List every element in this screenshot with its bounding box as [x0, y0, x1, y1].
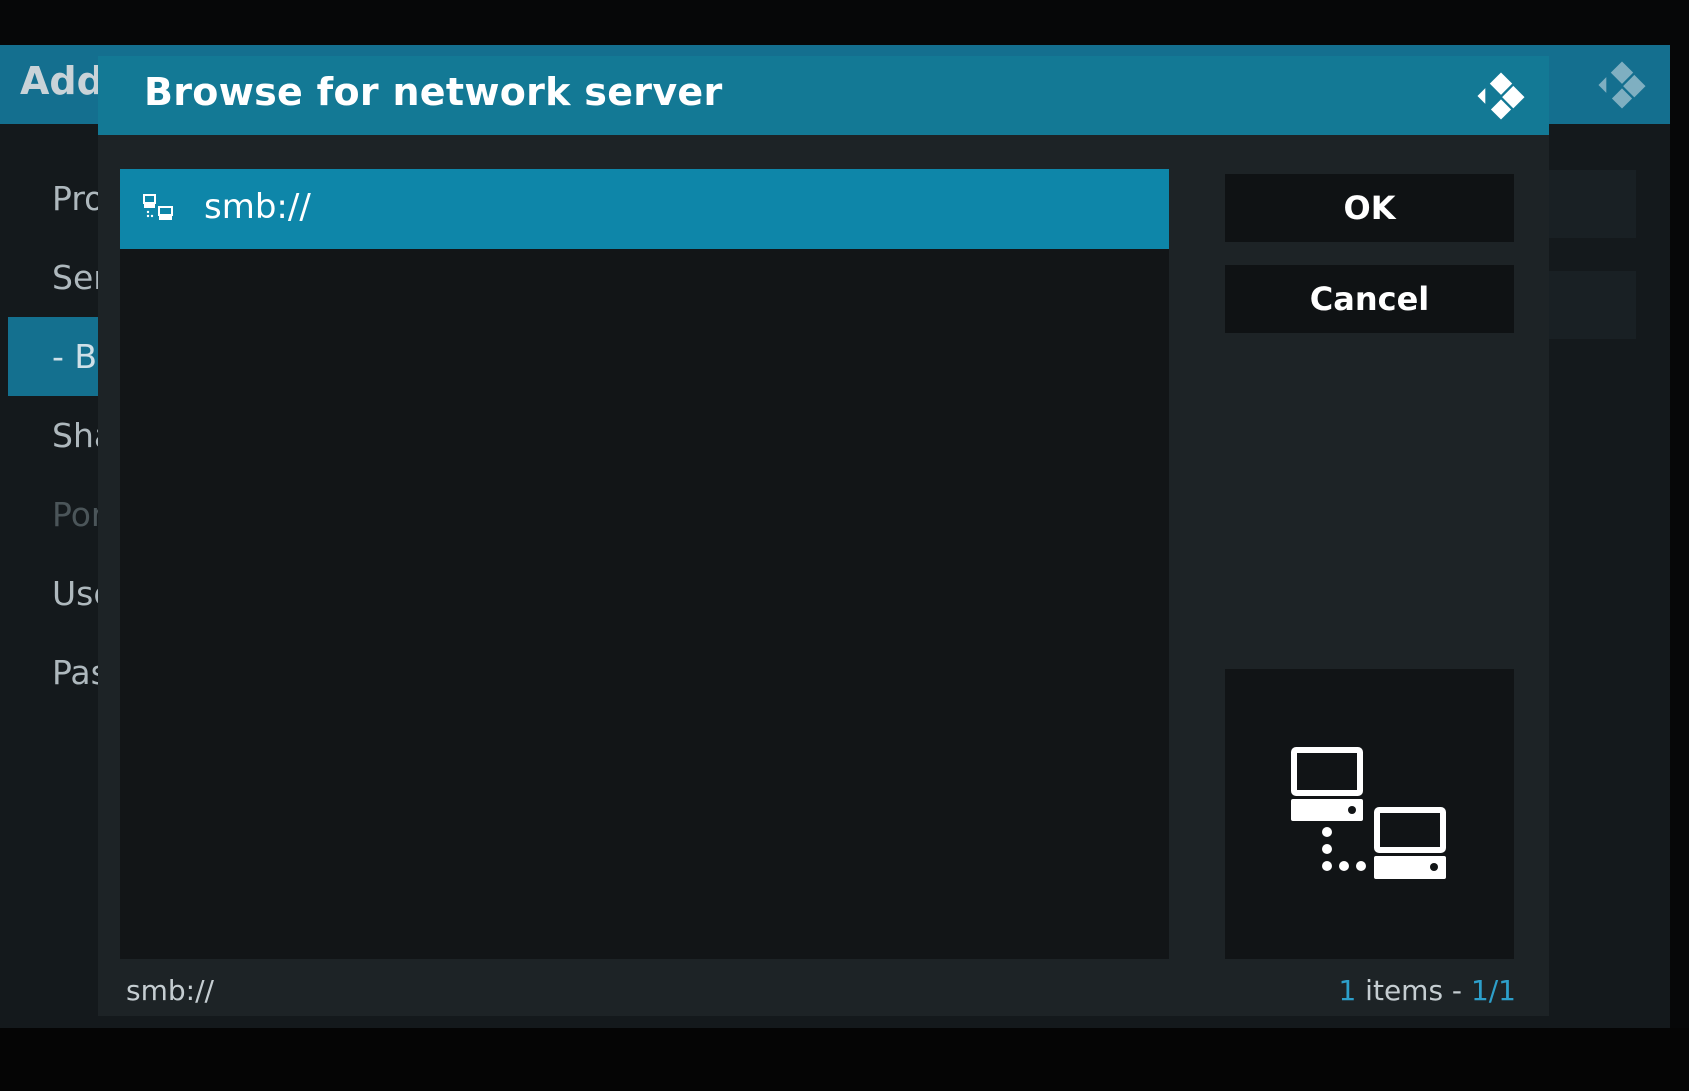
background-title: Add: [20, 59, 104, 103]
item-count: 1 items - 1/1: [1338, 974, 1516, 1007]
screen: Add Pro Ser - Br Sha Por Use Pas Browse …: [0, 0, 1689, 1091]
kodi-logo-icon: [1598, 61, 1646, 109]
item-count-label: items -: [1356, 974, 1471, 1007]
ok-button[interactable]: OK: [1225, 174, 1514, 242]
dialog-title: Browse for network server: [144, 70, 723, 114]
list-item[interactable]: smb://: [120, 169, 1169, 249]
dialog-header: Browse for network server: [98, 56, 1549, 135]
network-icon: [143, 194, 173, 220]
list-item-label: smb://: [204, 187, 311, 227]
file-list[interactable]: smb://: [120, 169, 1169, 959]
network-computers-icon: [1291, 747, 1446, 879]
item-count-number: 1: [1338, 974, 1357, 1007]
browse-dialog: Browse for network server smb:// OK Canc…: [98, 56, 1549, 1016]
page-indicator: 1/1: [1470, 974, 1516, 1007]
kodi-logo-icon: [1477, 72, 1525, 120]
current-path: smb://: [126, 974, 214, 1007]
cancel-button[interactable]: Cancel: [1225, 265, 1514, 333]
bottom-bar: [0, 1028, 1689, 1091]
preview-panel: [1225, 669, 1514, 959]
